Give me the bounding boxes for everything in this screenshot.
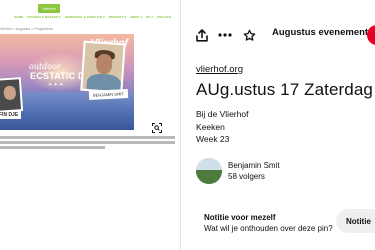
pin-description: Bij de Vlierhof Keeken Week 23 bbox=[196, 108, 248, 146]
poster-subtitle: outdoor bbox=[29, 62, 61, 71]
share-icon bbox=[196, 28, 208, 42]
pin-toolbar: Augustus evenementen bbox=[181, 20, 375, 50]
board-selector-label: Augustus evenementen bbox=[272, 27, 375, 38]
source-link[interactable]: vlierhof.org bbox=[196, 64, 243, 75]
dj-badge-left: FIN DJE bbox=[0, 111, 22, 119]
more-button[interactable] bbox=[215, 25, 235, 45]
site-nav-item: PRIJZEN & BOEKEN ▾ bbox=[27, 15, 61, 19]
poster-stars: ✦ ✦ ✦ bbox=[48, 82, 64, 88]
more-icon bbox=[218, 33, 232, 37]
creator-followers: 58 volgers bbox=[228, 172, 265, 181]
site-nav-item: ENGLISH bbox=[157, 15, 172, 19]
site-logo: Vlierhof bbox=[38, 4, 60, 13]
description-line: Keeken bbox=[196, 121, 225, 132]
site-breadcrumb: Vlierhof > Augustus > Programma bbox=[0, 27, 53, 31]
note-subtitle: Wat wil je onthouden over deze pin? bbox=[204, 224, 333, 233]
site-nav-item: GEMEENTE & VERHUUR ▾ bbox=[64, 15, 105, 19]
description-line: Week 23 bbox=[196, 134, 230, 144]
avatar[interactable] bbox=[196, 158, 222, 184]
pin-image[interactable]: Vlierhof HOME PRIJZEN & BOEKEN ▾ GEMEENT… bbox=[0, 0, 180, 250]
site-nav: HOME PRIJZEN & BOEKEN ▾ GEMEENTE & VERHU… bbox=[14, 15, 171, 19]
creator-name[interactable]: Benjamin Smit bbox=[228, 161, 280, 170]
site-body-text bbox=[0, 136, 175, 151]
note-section: Notitie voor mezelf Wat wil je onthouden… bbox=[204, 213, 333, 233]
board-selector[interactable]: Augustus evenementen bbox=[272, 27, 375, 38]
save-button[interactable] bbox=[367, 25, 375, 45]
share-button[interactable] bbox=[192, 25, 212, 45]
description-line: Bij de Vlierhof bbox=[196, 109, 249, 119]
favorite-button[interactable] bbox=[239, 25, 259, 45]
pin-title: AUg.ustus 17 Zaterdag bbox=[196, 80, 373, 99]
site-nav-item: HOME bbox=[14, 15, 24, 19]
site-nav-item: MEER ▾ bbox=[130, 15, 143, 19]
star-icon bbox=[243, 29, 255, 41]
site-header: Vlierhof HOME PRIJZEN & BOEKEN ▾ GEMEENT… bbox=[0, 0, 180, 22]
site-nav-item: REPORTS ▾ bbox=[108, 15, 127, 19]
dj-photo-right bbox=[80, 40, 126, 94]
add-note-button[interactable]: Notitie bbox=[336, 209, 375, 233]
creator-profile[interactable]: Benjamin Smit 58 volgers bbox=[196, 158, 280, 184]
site-nav-item: DE ▾ bbox=[146, 15, 154, 19]
dj-photo-left bbox=[0, 77, 24, 113]
note-title: Notitie voor mezelf bbox=[204, 213, 276, 222]
visual-search-button[interactable] bbox=[150, 121, 164, 135]
lens-icon bbox=[152, 123, 162, 133]
